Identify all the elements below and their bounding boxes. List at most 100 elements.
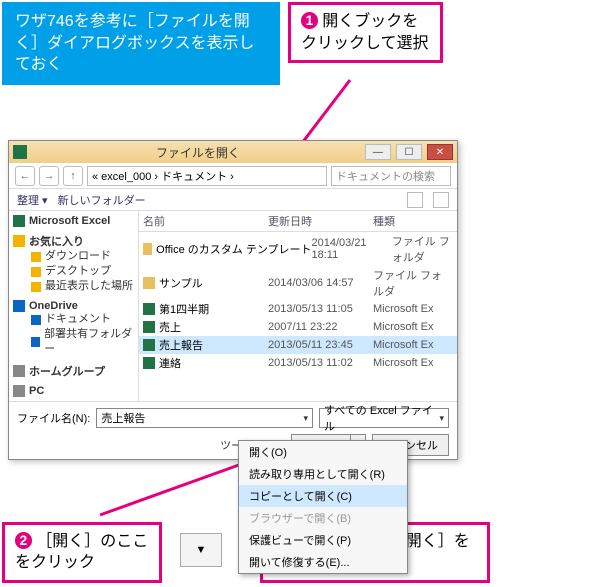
dropdown-arrow-illustration: ▼ [180,533,222,567]
search-input[interactable]: ドキュメントの検索 [331,166,451,186]
file-row[interactable]: 第1四半期2013/05/13 11:05Microsoft Ex [139,300,457,318]
filename-label: ファイル名(N): [17,410,90,426]
file-date: 2013/05/13 11:05 [268,303,373,315]
file-date: 2013/05/13 11:02 [268,357,373,369]
file-date: 2013/05/11 23:45 [268,339,373,351]
folder-icon [143,277,155,289]
open-dropdown-menu: 開く(O)読み取り専用として開く(R)コピーとして開く(C)ブラウザーで開く(B… [238,440,408,574]
filetype-filter[interactable]: すべての Excel ファイル ▾ [319,408,449,428]
folder-icon [31,315,41,325]
file-row[interactable]: サンプル2014/03/06 14:57ファイル フォルダ [139,266,457,300]
file-name: サンプル [159,275,268,291]
excel-icon [13,215,25,227]
folder-icon [31,337,40,347]
filename-value: 売上報告 [101,410,145,426]
folder-icon [143,243,152,255]
menu-item[interactable]: 開いて修復する(E)... [239,551,407,573]
nav-favorites[interactable]: お気に入り [13,233,134,249]
col-date[interactable]: 更新日時 [268,213,373,229]
window-buttons: — ☐ ✕ [363,144,453,160]
file-date: 2014/03/06 14:57 [268,277,373,289]
filename-combo[interactable]: 売上報告 ▾ [96,408,313,428]
nav-homegroup[interactable]: ホームグループ [13,363,134,379]
folder-icon [31,252,41,262]
chevron-down-icon: ▼ [196,544,207,556]
forward-button[interactable]: → [39,166,59,186]
close-button[interactable]: ✕ [427,144,453,160]
file-name: 第1四半期 [159,301,268,317]
star-icon [13,235,25,247]
file-name: Office のカスタム テンプレート [156,241,311,257]
breadcrumb-path[interactable]: « excel_000 › ドキュメント › [87,166,327,186]
file-type: Microsoft Ex [373,321,453,333]
file-row[interactable]: Office のカスタム テンプレート2014/03/21 18:11ファイル … [139,232,457,266]
file-type: Microsoft Ex [373,303,453,315]
chevron-down-icon[interactable]: ▾ [303,413,308,424]
col-name[interactable]: 名前 [143,213,268,229]
minimize-button[interactable]: — [365,144,391,160]
file-row[interactable]: 連絡2013/05/13 11:02Microsoft Ex [139,354,457,372]
file-name: 売上報告 [159,337,268,353]
file-name: 連絡 [159,355,268,371]
view-icon[interactable] [407,192,423,208]
nav-downloads[interactable]: ダウンロード [13,249,134,264]
address-bar-row: ← → ↑ « excel_000 › ドキュメント › ドキュメントの検索 [9,163,457,189]
excel-file-icon [143,339,155,351]
titlebar[interactable]: ファイルを開く — ☐ ✕ [9,141,457,163]
homegroup-icon [13,365,25,377]
callout-text: 開くブックをクリックして選択 [301,13,429,52]
file-type: ファイル フォルダ [373,267,453,299]
callout-step-2: 2 ［開く］のここをクリック [2,522,162,583]
excel-file-icon [143,357,155,369]
up-button[interactable]: ↑ [63,166,83,186]
nav-recent[interactable]: 最近表示した場所 [13,279,134,294]
excel-file-icon [143,303,155,315]
file-type: Microsoft Ex [373,339,453,351]
menu-item: ブラウザーで開く(B) [239,507,407,529]
menu-item[interactable]: 開く(O) [239,441,407,463]
folder-icon [31,267,41,277]
step-number-1: 1 [301,12,318,29]
file-row[interactable]: 売上2007/11 23:22Microsoft Ex [139,318,457,336]
new-folder-button[interactable]: 新しいフォルダー [58,192,146,208]
callout-text: ［開く］のここをクリック [15,533,148,572]
menu-item[interactable]: コピーとして開く(C) [239,485,407,507]
window-title: ファイルを開く [33,144,363,161]
file-open-dialog: ファイルを開く — ☐ ✕ ← → ↑ « excel_000 › ドキュメント… [8,140,458,460]
file-row[interactable]: 売上報告2013/05/11 23:45Microsoft Ex [139,336,457,354]
onedrive-icon [13,300,25,312]
nav-desktop[interactable]: デスクトップ [13,264,134,279]
column-headers[interactable]: 名前 更新日時 種類 [139,211,457,232]
file-type: ファイル フォルダ [392,233,453,265]
help-icon[interactable] [433,192,449,208]
search-placeholder: ドキュメントの検索 [336,168,435,184]
excel-app-icon [13,145,27,159]
nav-pane[interactable]: Microsoft Excel お気に入り ダウンロード デスクトップ 最近表示… [9,211,139,401]
excel-file-icon [143,321,155,333]
nav-od-share[interactable]: 部署共有フォルダー [13,327,134,357]
filter-value: すべての Excel ファイル [324,402,439,434]
nav-excel[interactable]: Microsoft Excel [13,215,134,227]
file-name: 売上 [159,319,268,335]
organize-button[interactable]: 整理 ▾ [17,192,48,208]
menu-item[interactable]: 保護ビューで開く(P) [239,529,407,551]
callout-intro: ワザ746を参考に［ファイルを開く］ダイアログボックスを表示しておく [2,2,280,85]
nav-pc[interactable]: PC [13,385,134,397]
callout-step-1: 1 開くブックをクリックして選択 [288,2,443,63]
maximize-button[interactable]: ☐ [396,144,422,160]
callout-text: ワザ746を参考に［ファイルを開く］ダイアログボックスを表示しておく [15,13,255,73]
step-number-2: 2 [15,532,32,549]
file-type: Microsoft Ex [373,357,453,369]
folder-icon [31,282,41,292]
nav-od-docs[interactable]: ドキュメント [13,312,134,327]
chevron-down-icon[interactable]: ▾ [439,413,444,424]
back-button[interactable]: ← [15,166,35,186]
toolbar: 整理 ▾ 新しいフォルダー [9,189,457,211]
file-date: 2014/03/21 18:11 [312,237,392,261]
pc-icon [13,385,25,397]
menu-item[interactable]: 読み取り専用として開く(R) [239,463,407,485]
file-list[interactable]: 名前 更新日時 種類 Office のカスタム テンプレート2014/03/21… [139,211,457,401]
col-type[interactable]: 種類 [373,213,453,229]
nav-onedrive[interactable]: OneDrive [13,300,134,312]
file-date: 2007/11 23:22 [268,321,373,333]
